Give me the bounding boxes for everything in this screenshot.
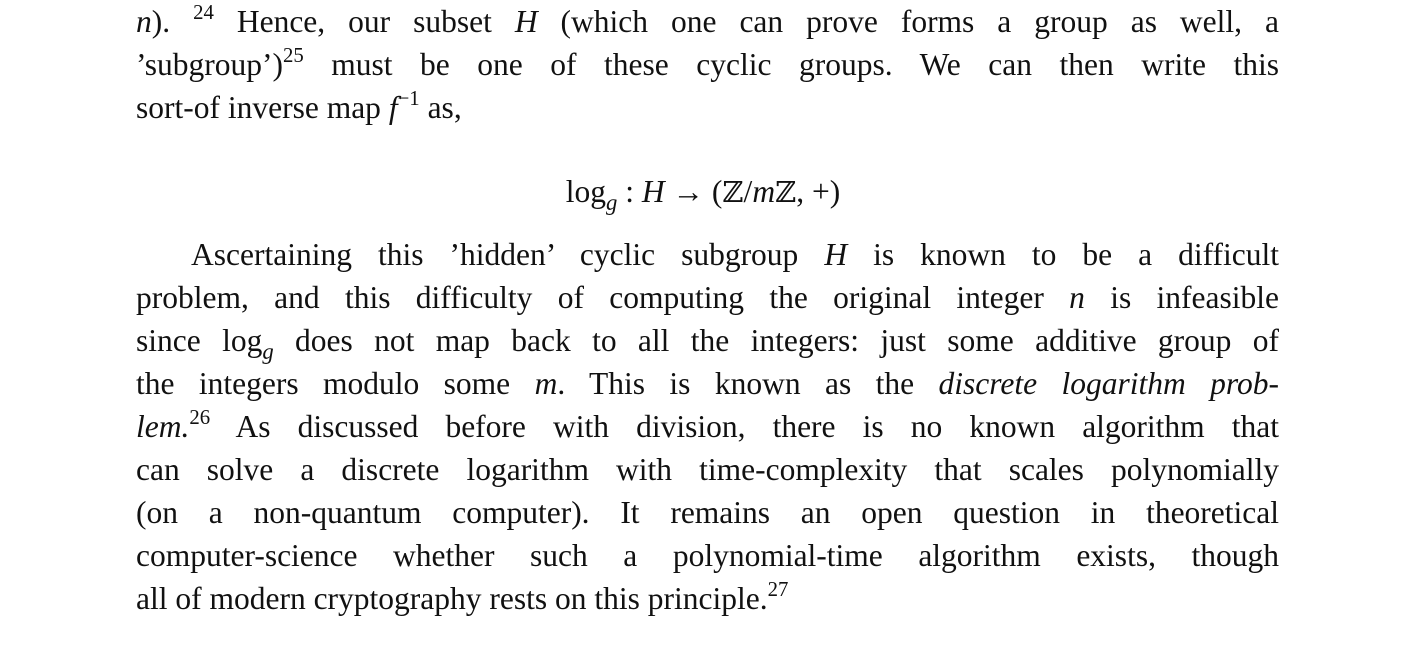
arrow: → ( [664,174,723,209]
paragraph-2-line-4: the integers modulo some m. This is know… [136,362,1279,405]
text: sort-of inverse map [136,90,389,125]
text: ). [151,4,194,39]
text: . This is known as the [557,366,939,401]
colon: : [617,174,642,209]
paragraph-2-line-1: Ascertaining this ’hidden’ cyclic subgro… [191,233,1279,276]
footnote-marker-25: 25 [282,44,304,68]
log-base: g [262,338,274,364]
paragraph-1-line-1: n). 24 Hence, our subset H (which one ca… [136,0,1279,43]
paragraph-2-line-9: all of modern cryptography rests on this… [136,577,1279,620]
integers-symbol: ℤ [722,175,744,209]
text: as, [419,90,462,125]
display-equation: logg : H → (ℤ/mℤ, +) [0,170,1406,215]
slash: / [743,174,753,209]
emphasis-term: lem. [136,409,190,444]
text: is infeasible [1084,280,1279,315]
paragraph-2-line-7: (on a non-quantum computer). It remains … [136,495,1279,530]
text: problem, and this difficulty of computin… [136,280,1070,315]
text: the integers modulo some [136,366,535,401]
text: (which one can prove forms a group as we… [537,4,1279,39]
emphasis-term: discrete logarithm prob- [938,366,1279,401]
footnote-marker-24: 24 [193,1,214,25]
text: does not map back to all the integers: j… [273,323,1279,358]
integers-symbol: ℤ [775,175,797,209]
document-page: n). 24 Hence, our subset H (which one ca… [0,0,1406,672]
paragraph-2-line-8: computer-science whether such a polynomi… [136,538,1279,573]
text: all of modern cryptography rests on this… [136,581,768,616]
inverse-exponent: −1 [397,87,420,111]
text: since log [136,323,263,358]
footnote-marker-27: 27 [767,578,789,602]
variable-H: H [641,174,665,209]
variable-m: m [752,174,776,209]
text: Ascertaining this ’hidden’ cyclic subgro… [191,237,825,272]
variable-n: n [1069,280,1085,315]
variable-n: n [136,4,152,39]
paragraph-2-line-2: problem, and this difficulty of computin… [136,276,1279,319]
variable-H: H [824,237,848,272]
variable-H: H [514,4,538,39]
text: Hence, our subset [213,4,515,39]
text: is known to be a difficult [847,237,1280,272]
operation: , +) [796,174,841,209]
text: ’subgroup’) [136,47,283,82]
paragraph-2-line-5: lem.26 As discussed before with division… [136,405,1279,448]
text: As discussed before with division, there… [210,409,1280,444]
footnote-marker-26: 26 [189,406,211,430]
variable-m: m [534,366,558,401]
variable-f: f [388,90,398,125]
log-operator: log [565,174,607,209]
paragraph-1-line-3: sort-of inverse map f−1 as, [136,86,1279,129]
paragraph-1-line-2: ’subgroup’)25 must be one of these cycli… [136,43,1279,86]
paragraph-2-line-3: since logg does not map back to all the … [136,319,1279,364]
paragraph-2-line-6: can solve a discrete logarithm with time… [136,452,1279,487]
text: must be one of these cyclic groups. We c… [303,47,1279,82]
log-base: g [606,189,618,215]
